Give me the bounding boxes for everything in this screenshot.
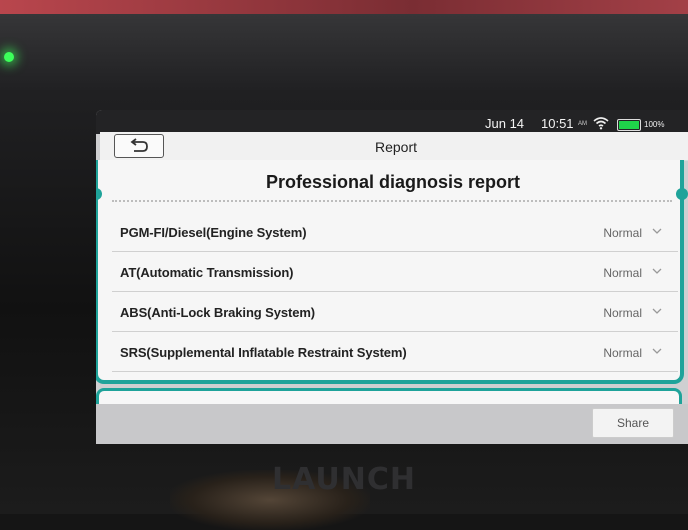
bottom-bar: Share (96, 404, 688, 444)
system-status: Normal (603, 346, 642, 360)
system-status: Normal (603, 226, 642, 240)
title-bar: Report (100, 132, 688, 161)
brand-logo: LAUNCH (271, 462, 416, 497)
system-name: SRS(Supplemental Inflatable Restraint Sy… (120, 345, 407, 360)
system-status: Normal (603, 306, 642, 320)
system-name: ABS(Anti-Lock Braking System) (120, 305, 316, 320)
system-list: PGM-FI/Diesel(Engine System) Normal AT(A… (112, 212, 678, 372)
report-card: Professional diagnosis report PGM-FI/Die… (96, 160, 688, 384)
battery-fill (619, 121, 639, 129)
share-button[interactable]: Share (592, 408, 674, 438)
chevron-down-icon[interactable] (652, 266, 662, 276)
status-ampm: AM (578, 121, 587, 127)
chevron-down-icon[interactable] (652, 306, 662, 316)
system-name: PGM-FI/Diesel(Engine System) (120, 225, 307, 240)
screen: Jun 14 10:51 AM 100% Report Professional… (96, 110, 688, 444)
chevron-down-icon[interactable] (652, 226, 662, 236)
status-date: Jun 14 (485, 116, 525, 131)
battery-icon (617, 119, 641, 131)
system-status: Normal (603, 266, 642, 280)
system-name: AT(Automatic Transmission) (120, 265, 294, 280)
system-row-abs[interactable]: ABS(Anti-Lock Braking System) Normal (112, 292, 678, 332)
wifi-icon (593, 117, 609, 130)
status-time: 10:51 (541, 116, 574, 131)
page-title: Report (374, 139, 418, 155)
battery-percent: 100% (644, 120, 665, 129)
heading-divider (112, 200, 672, 202)
system-row-srs[interactable]: SRS(Supplemental Inflatable Restraint Sy… (112, 332, 678, 372)
status-bar: Jun 14 10:51 AM 100% (96, 110, 688, 134)
report-heading: Professional diagnosis report (265, 172, 521, 192)
device-top-edge (0, 0, 688, 14)
system-row-engine[interactable]: PGM-FI/Diesel(Engine System) Normal (112, 212, 678, 252)
chevron-down-icon[interactable] (652, 346, 662, 356)
power-led-indicator (4, 52, 14, 62)
system-row-transmission[interactable]: AT(Automatic Transmission) Normal (112, 252, 678, 292)
device-frame: Jun 14 10:51 AM 100% Report Professional… (0, 0, 688, 530)
